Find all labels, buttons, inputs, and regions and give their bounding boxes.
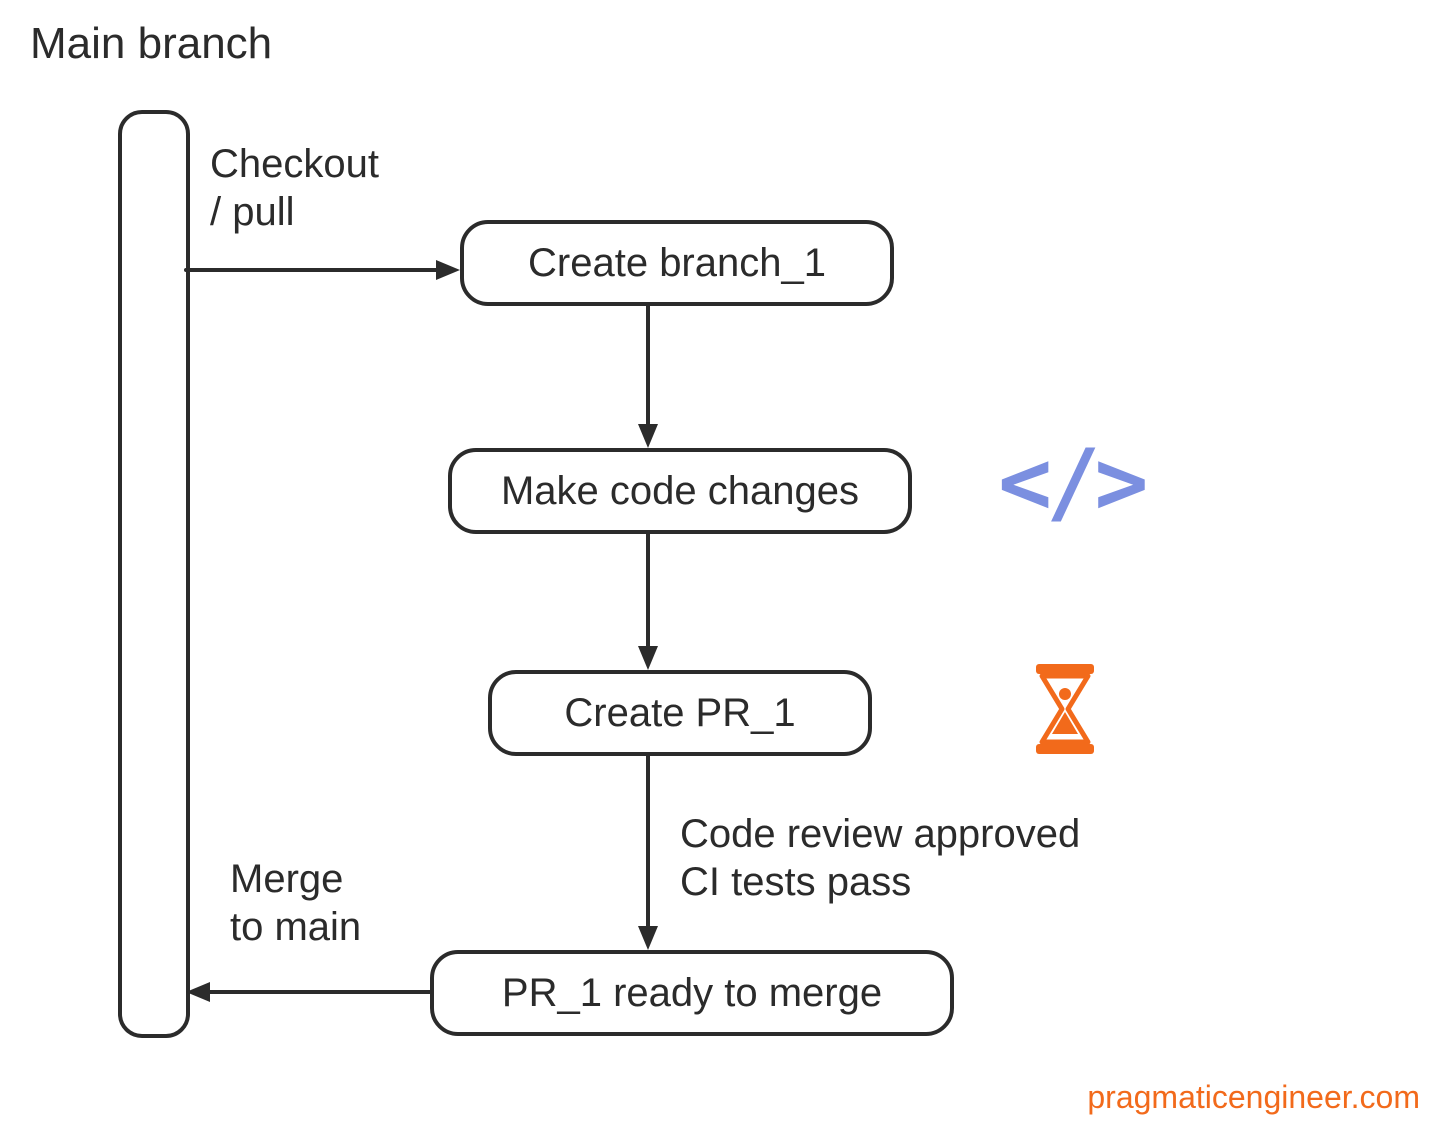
arrow-to-make-changes: [636, 306, 666, 448]
watermark: pragmaticengineer.com: [1087, 1079, 1420, 1116]
diagram-title: Main branch: [30, 18, 272, 71]
edge-label-merge: Merge to main: [230, 855, 361, 951]
edge-label-checkout: Checkout / pull: [210, 140, 379, 236]
edge-label-review: Code review approved CI tests pass: [680, 810, 1080, 906]
node-make-changes: Make code changes: [448, 448, 912, 534]
node-label: Make code changes: [501, 469, 859, 514]
node-label: Create branch_1: [528, 241, 826, 286]
hourglass-icon: [1030, 664, 1100, 754]
arrow-checkout: [186, 258, 460, 288]
diagram-canvas: Main branch Create branch_1 Make code ch…: [0, 0, 1456, 1140]
arrow-merge-to-main: [186, 980, 430, 1010]
code-icon: </>: [998, 430, 1143, 535]
node-label: Create PR_1: [564, 691, 795, 736]
node-create-pr: Create PR_1: [488, 670, 872, 756]
arrow-to-create-pr: [636, 534, 666, 670]
node-ready-merge: PR_1 ready to merge: [430, 950, 954, 1036]
main-branch-box: [118, 110, 190, 1038]
arrow-to-ready-merge: [636, 756, 666, 950]
node-create-branch: Create branch_1: [460, 220, 894, 306]
node-label: PR_1 ready to merge: [502, 971, 882, 1016]
